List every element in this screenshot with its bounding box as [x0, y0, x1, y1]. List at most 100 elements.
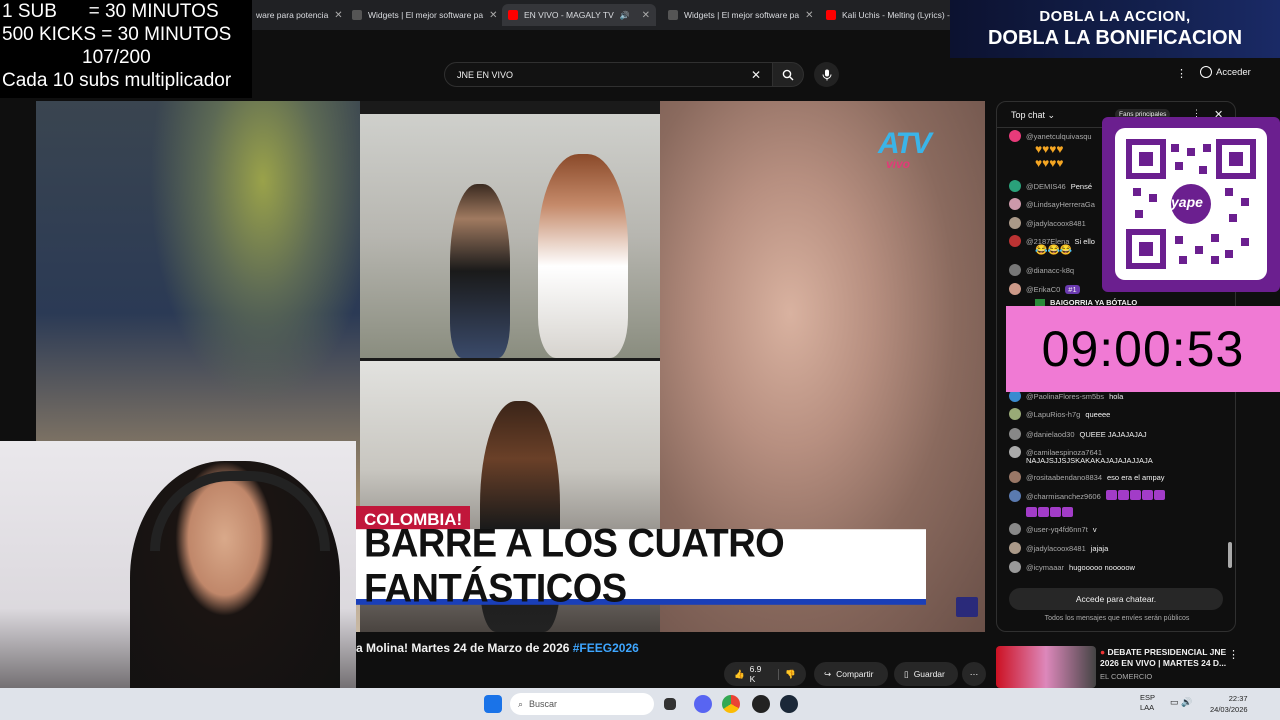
- save-label: Guardar: [913, 669, 945, 679]
- avatar: [1009, 490, 1021, 502]
- webcam-feed: [0, 441, 356, 720]
- chat-author: @charmisanchez9606: [1026, 491, 1101, 501]
- clock-time: 22:37: [1228, 694, 1248, 703]
- browser-tab[interactable]: Kali Uchis - Melting (Lyrics) - Y: [820, 4, 950, 26]
- browser-tab[interactable]: ware para potencia ✕: [250, 4, 342, 26]
- avatar: [1009, 408, 1021, 420]
- chat-message: @LapuRios-h7g queeee: [1009, 408, 1110, 420]
- rule-subs: 1 SUB = 30 MINUTOS: [2, 1, 219, 22]
- avatar: [1009, 130, 1021, 142]
- chat-scrollbar[interactable]: [1228, 542, 1232, 568]
- more-actions-button[interactable]: ⋯: [962, 662, 986, 686]
- avatar: [1009, 471, 1021, 483]
- avatar: [1009, 542, 1021, 554]
- recommended-thumbnail[interactable]: [996, 646, 1096, 688]
- close-icon[interactable]: ✕: [334, 10, 342, 21]
- avatar: [1009, 446, 1021, 458]
- chat-message: @DEMIS46 Pensé: [1009, 180, 1092, 192]
- chat-text: NAJAJSJJSJSKAKAKAJAJAJAJJAJA: [1026, 456, 1153, 465]
- share-button[interactable]: ↪ Compartir: [814, 662, 888, 686]
- windows-taskbar: ⌕ Buscar ESP LAA ▭ 🔊 22:37 24/03/2026: [0, 688, 1280, 720]
- chat-message: @rositaabendano8834 eso era el ampay: [1009, 471, 1165, 483]
- youtube-icon: [826, 10, 836, 20]
- network-icon[interactable]: ▭ 🔊: [1170, 697, 1192, 708]
- microphone-icon: [822, 69, 831, 80]
- video-clip-top: [360, 114, 660, 358]
- discord-icon[interactable]: [694, 695, 712, 713]
- close-icon[interactable]: ✕: [805, 10, 813, 21]
- close-icon[interactable]: ✕: [642, 10, 650, 21]
- thumbs-down-icon[interactable]: 👎: [778, 668, 796, 680]
- tab-label: Kali Uchis - Melting (Lyrics) - Y: [842, 10, 950, 20]
- clear-search-icon[interactable]: ✕: [751, 68, 761, 82]
- chat-message: @jadylacoox8481: [1009, 217, 1086, 229]
- chat-message: @charmisanchez9606: [1009, 490, 1166, 502]
- avatar: [1009, 561, 1021, 573]
- close-icon[interactable]: ✕: [489, 10, 497, 21]
- system-clock[interactable]: 22:37 24/03/2026: [1210, 693, 1248, 715]
- avatar: [1009, 198, 1021, 210]
- video-hashtag[interactable]: #FEEG2026: [573, 641, 639, 655]
- taskbar-search[interactable]: ⌕ Buscar: [510, 693, 654, 715]
- avatar: [1009, 180, 1021, 192]
- avatar: [1009, 283, 1021, 295]
- chat-author: @jadylacoox8481: [1026, 218, 1086, 228]
- promo-line-1: DOBLA LA ACCION,: [1039, 8, 1191, 25]
- avatar: [1009, 235, 1021, 247]
- rank-badge: #1: [1065, 284, 1080, 294]
- search-button[interactable]: [772, 62, 804, 87]
- widget-icon: [352, 10, 362, 20]
- sign-in-button[interactable]: Acceder: [1200, 66, 1251, 78]
- live-dot-icon: ●: [1100, 647, 1108, 657]
- tab-label: Widgets | El mejor software pa: [368, 10, 484, 20]
- account-icon: [1200, 66, 1212, 78]
- lang-layout: LAA: [1140, 703, 1155, 712]
- heart-emoji-row: ♥♥♥♥ ♥♥♥♥: [1035, 142, 1064, 170]
- voice-search-button[interactable]: [814, 62, 839, 87]
- language-indicator[interactable]: ESP LAA: [1140, 693, 1155, 713]
- subathon-timer: 09:00:53: [1006, 306, 1280, 392]
- save-button[interactable]: ▯ Guardar: [894, 662, 958, 686]
- more-vert-icon[interactable]: ⋮: [1228, 648, 1239, 661]
- yape-logo: yape: [1171, 194, 1203, 210]
- browser-tab-active[interactable]: EN VIVO - MAGALY TV 🔊 ✕: [502, 4, 656, 26]
- chat-message: @ErikaC0 #1: [1009, 283, 1080, 295]
- steam-icon[interactable]: [780, 695, 798, 713]
- like-count: 6.9 K: [749, 664, 762, 684]
- chat-message: @user-yq4fd6nn7t v: [1009, 523, 1097, 535]
- chat-author: @LindsayHerreraGa: [1026, 199, 1095, 209]
- browser-tab[interactable]: Widgets | El mejor software pa ✕: [346, 4, 498, 26]
- chrome-icon[interactable]: [722, 695, 740, 713]
- task-view-icon[interactable]: [664, 698, 676, 710]
- lang-code: ESP: [1140, 693, 1156, 702]
- avatar: [1009, 523, 1021, 535]
- thumbs-up-icon: 👍: [734, 668, 745, 679]
- chat-public-note: Todos los mensajes que envíes serán públ…: [1044, 615, 1190, 622]
- search-query: JNE EN VIVO: [457, 69, 514, 80]
- like-button[interactable]: 👍 6.9 K 👎: [724, 662, 806, 686]
- chat-message: @jadylacoox8481 jajaja: [1009, 542, 1108, 554]
- obs-icon[interactable]: [752, 695, 770, 713]
- search-icon: [782, 69, 794, 80]
- recommended-channel[interactable]: EL COMERCIO: [1100, 672, 1152, 681]
- chat-text: Si ello: [1074, 236, 1095, 246]
- chat-message: @icymaaar hugooooo nooooow: [1009, 561, 1135, 573]
- windows-start-icon[interactable]: [484, 695, 502, 713]
- browser-tab[interactable]: Widgets | El mejor software pa ✕: [662, 4, 814, 26]
- recommended-title[interactable]: ● DEBATE PRESIDENCIAL JNE 2026 EN VIVO |…: [1100, 647, 1228, 669]
- chat-author: @yanetculquivasqu: [1026, 131, 1092, 141]
- chat-text: Pensé: [1070, 181, 1092, 191]
- chat-author: @jadylacoox8481: [1026, 543, 1086, 553]
- chat-text: queeee: [1085, 409, 1111, 419]
- chat-mode-selector[interactable]: Top chat ⌄: [1011, 110, 1055, 121]
- search-input[interactable]: JNE EN VIVO ✕: [444, 62, 774, 87]
- atv-logo: ATV: [878, 127, 932, 160]
- audio-icon[interactable]: 🔊: [620, 11, 630, 20]
- more-vert-icon[interactable]: ⋮: [1176, 67, 1187, 80]
- chat-text: jajaja: [1090, 543, 1109, 553]
- promo-line-2: DOBLA LA BONIFICACION: [987, 27, 1243, 49]
- chat-author: @user-yq4fd6nn7t: [1026, 524, 1088, 534]
- chat-message: @dianacc-k8q: [1009, 264, 1074, 276]
- chat-text: v: [1092, 524, 1097, 534]
- sign-in-to-chat-button[interactable]: Accede para chatear.: [1009, 588, 1223, 610]
